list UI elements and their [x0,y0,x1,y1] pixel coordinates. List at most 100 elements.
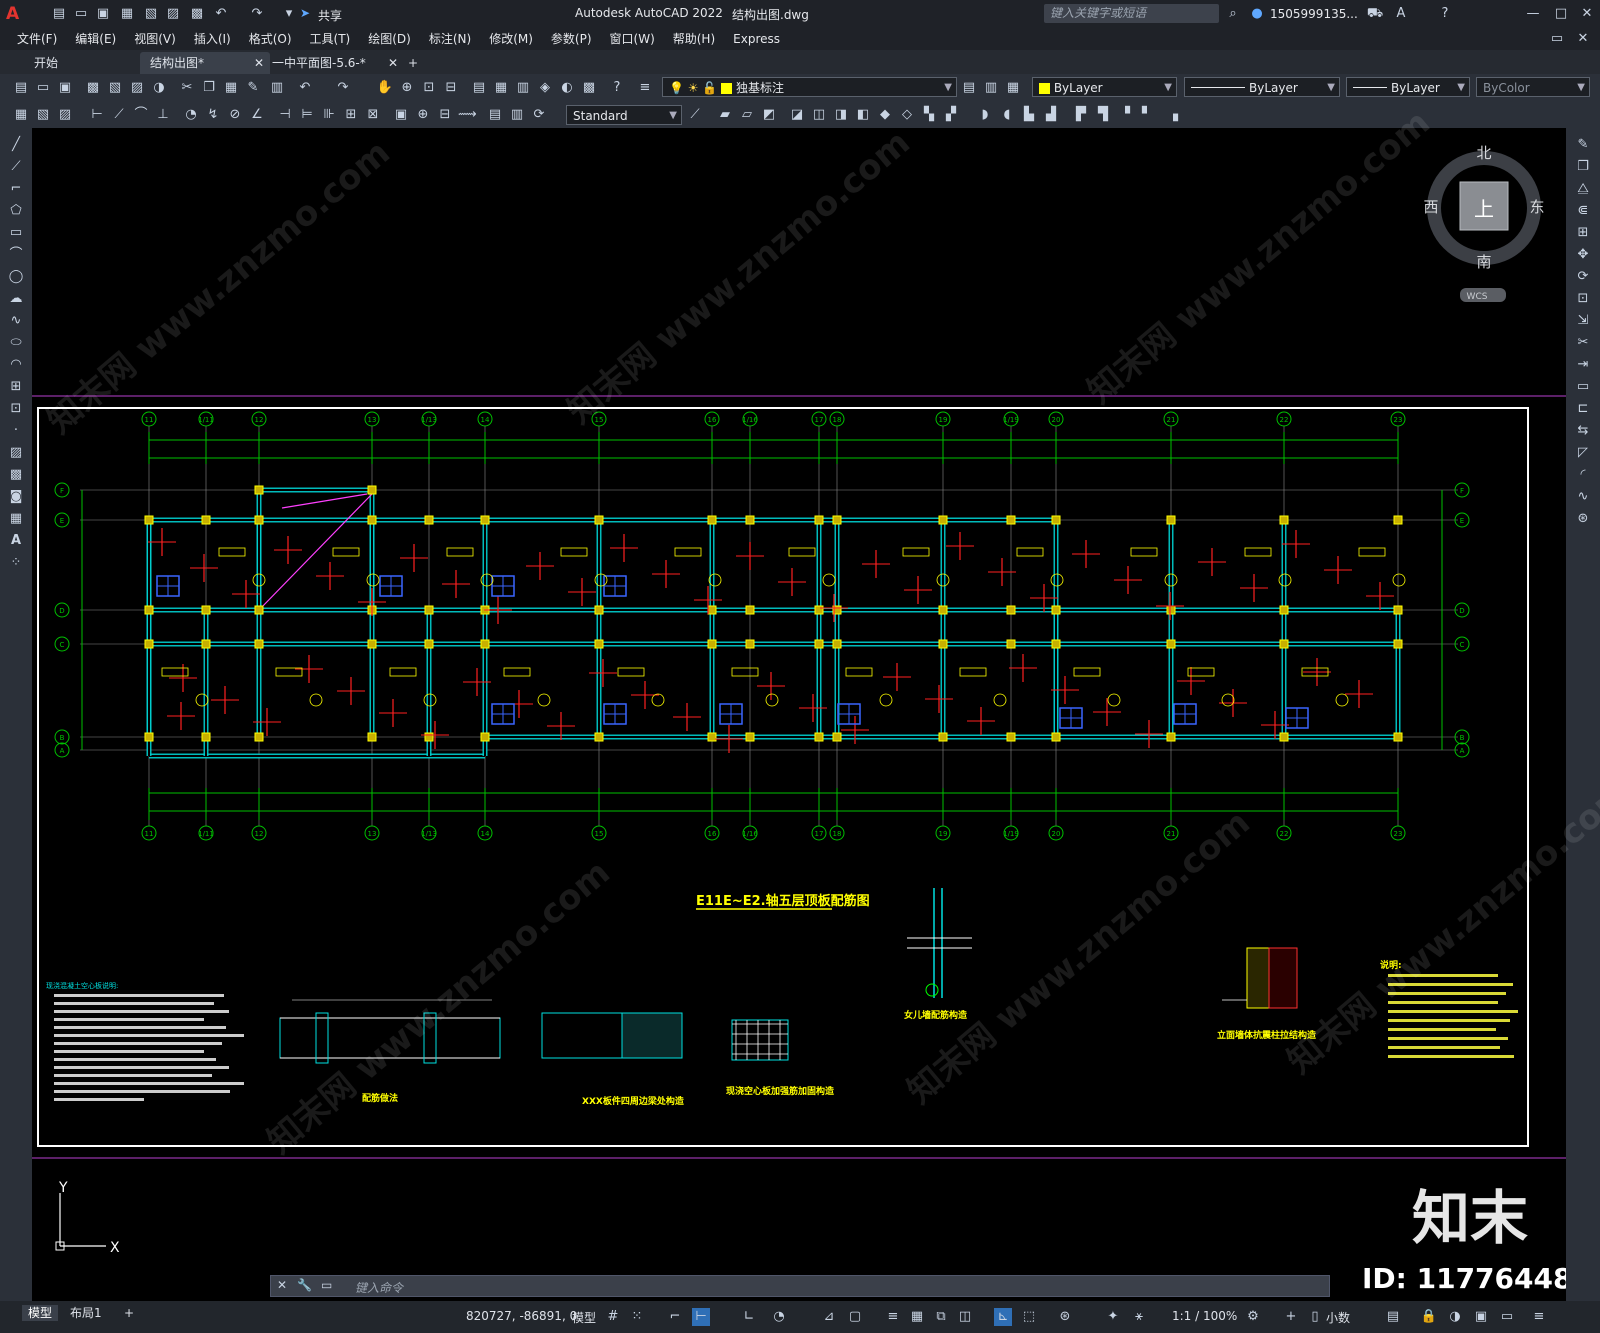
stretch-icon[interactable]: ⇲ [1574,312,1592,330]
compass-north[interactable]: 北 [1476,144,1491,162]
undo-icon[interactable]: ↶ [212,5,230,23]
quick-properties-icon[interactable]: ▤ [1384,1308,1402,1326]
user-account[interactable]: 1505999135... [1270,7,1358,21]
ellipse-icon[interactable]: ⬭ [7,334,25,352]
fly-icon[interactable]: ▝ [1116,106,1134,124]
restore-drawing-icon[interactable]: ▭ [1548,30,1566,48]
table-icon[interactable]: ▦ [7,510,25,528]
search-input[interactable]: 键入关键字或短语 [1044,4,1219,23]
annotation-monitor-icon[interactable]: + [1282,1308,1300,1326]
infer-constraints-icon[interactable]: ⌐ [666,1308,684,1326]
dimension-text-edit-icon[interactable]: ▥ [508,106,526,124]
tab-start[interactable]: 开始 [24,52,68,74]
transparency-icon[interactable]: ▦ [908,1308,926,1326]
menu-format[interactable]: 格式(O) [240,28,301,50]
selection-filter-icon[interactable]: ⬚ [1020,1308,1038,1326]
menu-dimension[interactable]: 标注(N) [420,28,480,50]
menu-view[interactable]: 视图(V) [125,28,185,50]
3d-osnap-icon[interactable]: ◫ [956,1308,974,1326]
angular-dimension-icon[interactable]: ∠ [248,106,266,124]
menu-parametric[interactable]: 参数(P) [542,28,601,50]
plot-icon[interactable]: ▩ [188,5,206,23]
close-tab-icon[interactable]: ✕ [388,52,398,74]
new-file-icon[interactable]: ▤ [50,5,68,23]
point-icon[interactable]: · [7,422,25,440]
dimension-space-icon[interactable]: ⊞ [342,106,360,124]
extrude-icon[interactable]: ◪ [788,106,806,124]
annotation-visibility-icon[interactable]: ✦ [1104,1308,1122,1326]
command-input[interactable]: 键入命令 [355,1279,403,1296]
ordinate-dimension-icon[interactable]: ⊥ [154,106,172,124]
publish-icon[interactable]: ▨ [128,79,146,97]
share-icon[interactable]: ➤ [300,6,310,20]
save-icon[interactable]: ▣ [56,79,74,97]
autocad-logo-icon[interactable]: A [6,4,19,24]
rectangle-icon[interactable]: ▭ [7,224,25,242]
center-mark-icon[interactable]: ⊕ [414,106,432,124]
polygon-icon[interactable]: ⬠ [7,202,25,220]
undo-icon[interactable]: ↶ [296,79,314,97]
grid-icon[interactable]: # [604,1308,622,1326]
radius-dimension-icon[interactable]: ◔ [182,106,200,124]
revolve-icon[interactable]: ◫ [810,106,828,124]
thicken-icon[interactable]: ▚ [920,106,938,124]
construction-line-icon[interactable]: ⟋ [7,158,25,176]
arc-length-icon[interactable]: ⌒ [132,106,150,124]
break-icon[interactable]: ⊏ [1574,400,1592,418]
chamfer-icon[interactable]: ◸ [1574,444,1592,462]
help-icon[interactable]: ? [1436,5,1454,23]
quick-dimension-icon[interactable]: ⊣ [276,106,294,124]
dynamic-input-icon[interactable]: ⊢ [692,1308,710,1326]
ellipse-arc-icon[interactable]: ◠ [7,356,25,374]
dynamic-ucs-icon[interactable]: ⊾ [994,1308,1012,1326]
3d-solid-icon[interactable]: ▰ [716,106,734,124]
ortho-icon[interactable]: ∟ [740,1308,758,1326]
workspace-gear-icon[interactable]: ⚙ [1244,1308,1262,1326]
tool-palettes-icon[interactable]: ▥ [514,79,532,97]
customize-icon[interactable]: 🔧 [297,1278,312,1292]
close-icon[interactable]: ✕ [1578,5,1596,23]
redo-icon[interactable]: ↷ [334,79,352,97]
save-web-icon[interactable]: ▨ [164,5,182,23]
share-button[interactable]: 共享 [318,7,342,24]
object-snap-icon[interactable]: ▢ [846,1308,864,1326]
layout-tab-layout1[interactable]: 布局1 [70,1305,102,1321]
pan-icon[interactable]: ✋ [376,79,394,97]
walk-icon[interactable]: ▜ [1094,106,1112,124]
layer-unlock-icon[interactable]: 🔓 [702,81,717,95]
maximize-icon[interactable]: □ [1552,5,1570,23]
dimension-style-icon[interactable]: ⟋ [686,106,704,124]
subtract-icon[interactable]: ◩ [760,106,778,124]
tab-floor-plan[interactable]: 一中平面图-5.6-* ✕ [262,52,402,74]
command-line[interactable]: ✕ 🔧 ▭ 键入命令 [270,1275,1330,1297]
mirror-icon[interactable]: ⧋ [1574,180,1592,198]
menu-file[interactable]: 文件(F) [8,28,66,50]
recent-commands-icon[interactable]: ▭ [321,1278,332,1292]
plotstyle-dropdown[interactable]: ByColor ▼ [1476,77,1590,97]
layout-tab-model[interactable]: 模型 [22,1305,59,1321]
loft-icon[interactable]: ◧ [854,106,872,124]
cut-icon[interactable]: ✂ [178,79,196,97]
menu-insert[interactable]: 插入(I) [185,28,240,50]
layer-dropdown[interactable]: 💡 ☀ 🔓 独基标注 ▼ [662,77,957,97]
calculator-icon[interactable]: ▩ [580,79,598,97]
erase-icon[interactable]: ✎ [1574,136,1592,154]
join-icon[interactable]: ⇆ [1574,422,1592,440]
qnew-icon[interactable]: ▤ [12,79,30,97]
close-drawing-icon[interactable]: ✕ [1574,30,1592,48]
new-tab-icon[interactable]: + [398,52,428,74]
sweep-icon[interactable]: ◨ [832,106,850,124]
layer-walk-icon[interactable]: ▦ [12,106,30,124]
rotate-icon[interactable]: ⟳ [1574,268,1592,286]
plot-icon[interactable]: ▩ [84,79,102,97]
customization-icon[interactable]: ≡ [1530,1308,1548,1326]
copy-object-icon[interactable]: ❐ [1574,158,1592,176]
annotation-scale[interactable]: 1:1 / 100% [1172,1309,1237,1323]
camera-icon[interactable]: ▛ [1072,106,1090,124]
copy-icon[interactable]: ❐ [200,79,218,97]
dimension-break-icon[interactable]: ⊠ [364,106,382,124]
help-icon[interactable]: ? [608,79,626,97]
layer-isolate-icon[interactable]: ▨ [56,106,74,124]
quick-access-dropdown-icon[interactable]: ▾ [280,5,298,23]
paste-icon[interactable]: ▦ [222,79,240,97]
